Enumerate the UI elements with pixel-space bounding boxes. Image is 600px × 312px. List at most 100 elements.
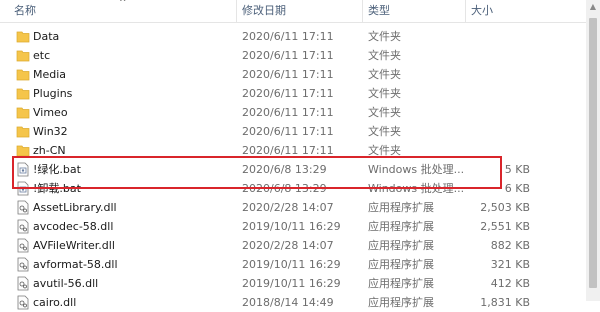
file-name: zh-CN	[33, 144, 66, 157]
file-date: 2020/2/28 14:07	[242, 201, 334, 214]
file-row[interactable]: cairo.dll 2018/8/14 14:49 应用程序扩展 1,831 K…	[0, 293, 586, 312]
file-type: 应用程序扩展	[368, 220, 434, 233]
column-header-name[interactable]: 名称	[14, 0, 36, 22]
file-size: 5 KB	[504, 163, 530, 176]
file-date: 2019/10/11 16:29	[242, 258, 341, 271]
file-size	[470, 27, 530, 46]
column-header-type[interactable]: 类型	[368, 0, 390, 22]
dll-file-icon	[17, 238, 29, 253]
file-date: 2018/8/14 14:49	[242, 296, 334, 309]
file-type: 文件夹	[368, 144, 401, 157]
column-divider[interactable]	[465, 0, 466, 22]
dll-file-icon	[17, 295, 29, 310]
file-type: Windows 批处理...	[368, 163, 465, 176]
file-size	[470, 141, 530, 160]
file-name: !卸载.bat	[33, 182, 81, 195]
file-name: avcodec-58.dll	[33, 220, 114, 233]
file-type: 文件夹	[368, 49, 401, 62]
folder-icon	[16, 31, 30, 43]
column-divider[interactable]	[236, 0, 237, 22]
file-type: Windows 批处理...	[368, 182, 465, 195]
file-name: Data	[33, 30, 60, 43]
file-row[interactable]: etc 2020/6/11 17:11 文件夹	[0, 46, 586, 65]
file-size: 6 KB	[504, 182, 530, 195]
file-name: etc	[33, 49, 51, 62]
file-size: 412 KB	[490, 277, 530, 290]
file-size	[470, 103, 530, 122]
file-size	[470, 65, 530, 84]
file-type: 应用程序扩展	[368, 201, 434, 214]
file-type: 文件夹	[368, 125, 401, 138]
file-date: 2020/6/8 13:29	[242, 163, 327, 176]
dll-file-icon	[17, 200, 29, 215]
file-name: avutil-56.dll	[33, 277, 99, 290]
file-name: Vimeo	[33, 106, 68, 119]
folder-icon	[16, 69, 30, 81]
file-type: 应用程序扩展	[368, 296, 434, 309]
file-size: 2,551 KB	[480, 220, 530, 233]
file-name: Media	[33, 68, 67, 81]
folder-icon	[16, 126, 30, 138]
file-row[interactable]: Plugins 2020/6/11 17:11 文件夹	[0, 84, 586, 103]
file-date: 2020/6/11 17:11	[242, 106, 334, 119]
folder-icon	[16, 50, 30, 62]
file-date: 2020/6/11 17:11	[242, 125, 334, 138]
file-date: 2020/6/8 13:29	[242, 182, 327, 195]
file-row[interactable]: avutil-56.dll 2019/10/11 16:29 应用程序扩展 41…	[0, 274, 586, 293]
dll-file-icon	[17, 257, 29, 272]
batch-file-icon	[17, 162, 29, 177]
scrollbar-thumb[interactable]	[589, 18, 597, 288]
dll-file-icon	[17, 219, 29, 234]
file-name: Plugins	[33, 87, 73, 100]
file-row[interactable]: !绿化.bat 2020/6/8 13:29 Windows 批处理... 5 …	[0, 160, 586, 179]
column-header-date[interactable]: 修改日期	[242, 0, 286, 22]
file-name: !绿化.bat	[33, 163, 81, 176]
file-row[interactable]: zh-CN 2020/6/11 17:11 文件夹	[0, 141, 586, 160]
file-date: 2020/6/11 17:11	[242, 49, 334, 62]
vertical-scrollbar[interactable]: ▲	[586, 0, 600, 301]
file-row[interactable]: avcodec-58.dll 2019/10/11 16:29 应用程序扩展 2…	[0, 217, 586, 236]
file-type: 文件夹	[368, 30, 401, 43]
file-date: 2020/6/11 17:11	[242, 87, 334, 100]
file-row[interactable]: Data 2020/6/11 17:11 文件夹	[0, 27, 586, 46]
file-size: 321 KB	[490, 258, 530, 271]
file-date: 2019/10/11 16:29	[242, 220, 341, 233]
file-type: 应用程序扩展	[368, 277, 434, 290]
file-row[interactable]: AssetLibrary.dll 2020/2/28 14:07 应用程序扩展 …	[0, 198, 586, 217]
file-date: 2020/6/11 17:11	[242, 144, 334, 157]
file-size	[470, 84, 530, 103]
file-name: avformat-58.dll	[33, 258, 118, 271]
file-date: 2020/2/28 14:07	[242, 239, 334, 252]
file-name: AVFileWriter.dll	[33, 239, 115, 252]
sort-indicator-icon: ^	[119, 0, 127, 8]
column-header-size[interactable]: 大小	[471, 0, 493, 22]
file-size	[470, 46, 530, 65]
file-type: 文件夹	[368, 106, 401, 119]
file-name: cairo.dll	[33, 296, 77, 309]
file-name: AssetLibrary.dll	[33, 201, 117, 214]
column-header-bar: ^ 名称 修改日期 类型 大小	[0, 0, 586, 23]
file-row[interactable]: !卸载.bat 2020/6/8 13:29 Windows 批处理... 6 …	[0, 179, 586, 198]
column-divider[interactable]	[362, 0, 363, 22]
file-size: 882 KB	[490, 239, 530, 252]
folder-icon	[16, 107, 30, 119]
file-row[interactable]: Win32 2020/6/11 17:11 文件夹	[0, 122, 586, 141]
file-date: 2020/6/11 17:11	[242, 30, 334, 43]
file-row[interactable]: Media 2020/6/11 17:11 文件夹	[0, 65, 586, 84]
file-row[interactable]: AVFileWriter.dll 2020/2/28 14:07 应用程序扩展 …	[0, 236, 586, 255]
file-row[interactable]: Vimeo 2020/6/11 17:11 文件夹	[0, 103, 586, 122]
scroll-up-arrow-icon[interactable]: ▲	[586, 0, 600, 14]
file-type: 应用程序扩展	[368, 239, 434, 252]
file-date: 2020/6/11 17:11	[242, 68, 334, 81]
file-size	[470, 122, 530, 141]
folder-icon	[16, 88, 30, 100]
file-type: 应用程序扩展	[368, 258, 434, 271]
file-type: 文件夹	[368, 87, 401, 100]
file-size: 1,831 KB	[480, 296, 530, 309]
file-name: Win32	[33, 125, 68, 138]
folder-icon	[16, 145, 30, 157]
file-type: 文件夹	[368, 68, 401, 81]
file-date: 2019/10/11 16:29	[242, 277, 341, 290]
file-row[interactable]: avformat-58.dll 2019/10/11 16:29 应用程序扩展 …	[0, 255, 586, 274]
file-size: 2,503 KB	[480, 201, 530, 214]
